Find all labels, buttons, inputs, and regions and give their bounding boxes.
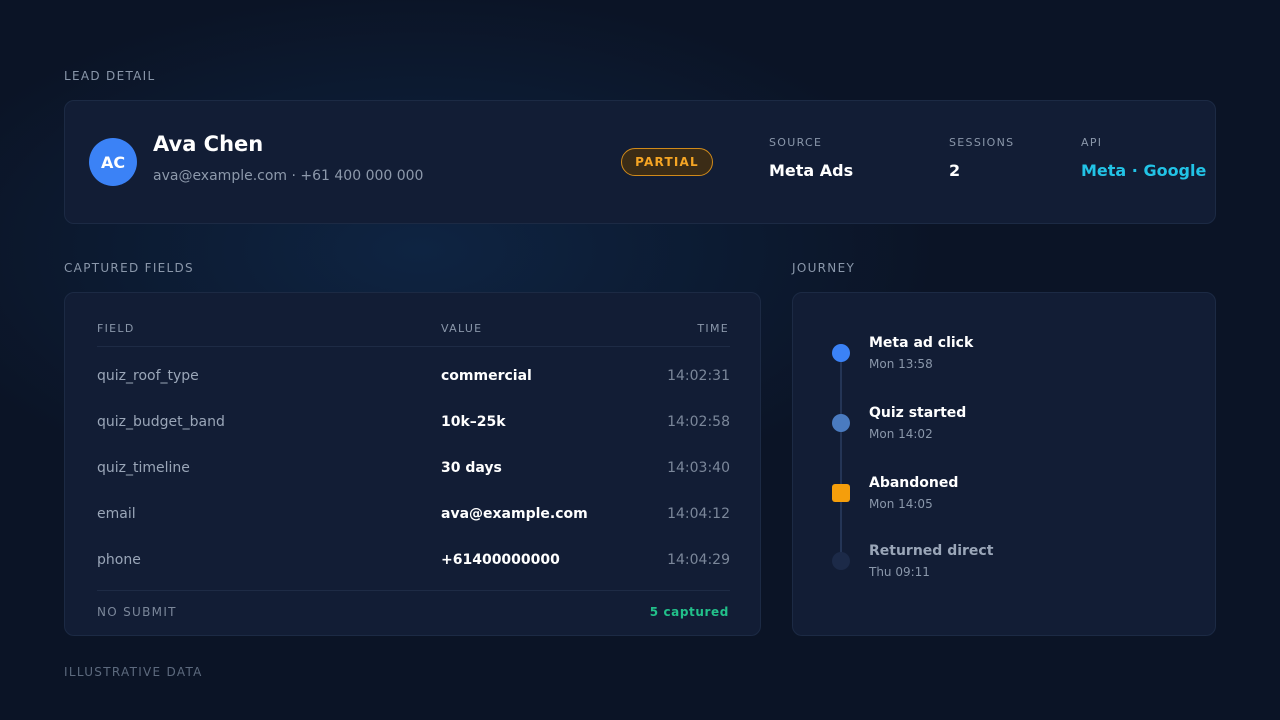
field-value: commercial (441, 368, 532, 384)
captured-fields-card: FIELD VALUE TIME quiz_roof_type commerci… (64, 292, 761, 636)
lead-contact: ava@example.com · +61 400 000 000 (153, 168, 424, 184)
journey-heading: JOURNEY (792, 261, 856, 275)
source-label: SOURCE (769, 136, 823, 149)
field-time: 14:02:31 (667, 368, 730, 384)
field-value: ava@example.com (441, 506, 588, 522)
timeline-square-icon (832, 484, 850, 502)
journey-event-time: Mon 13:58 (869, 357, 933, 371)
captured-count: 5 captured (649, 605, 729, 619)
field-value: 30 days (441, 460, 502, 476)
table-row: quiz_roof_type commercial 14:02:31 (97, 368, 730, 392)
field-value: 10k–25k (441, 414, 506, 430)
api-label: API (1081, 136, 1103, 149)
table-row: quiz_budget_band 10k–25k 14:02:58 (97, 414, 730, 438)
journey-event-title: Abandoned (869, 475, 959, 491)
journey-event-time: Mon 14:05 (869, 497, 933, 511)
journey-event-time: Mon 14:02 (869, 427, 933, 441)
header-divider (97, 346, 730, 347)
column-header-value: VALUE (441, 322, 483, 335)
field-name: quiz_budget_band (97, 414, 225, 430)
journey-event-time: Thu 09:11 (869, 565, 930, 579)
timeline-dot-icon (832, 414, 850, 432)
journey-event-title: Quiz started (869, 405, 967, 421)
field-time: 14:03:40 (667, 460, 730, 476)
status-badge: PARTIAL (621, 148, 713, 176)
journey-card: Meta ad click Mon 13:58 Quiz started Mon… (792, 292, 1216, 636)
column-header-field: FIELD (97, 322, 135, 335)
journey-event-title: Returned direct (869, 543, 994, 559)
sessions-value: 2 (949, 161, 961, 180)
source-value: Meta Ads (769, 161, 854, 180)
column-header-time: TIME (697, 322, 729, 335)
lead-name: Ava Chen (153, 132, 264, 156)
field-name: quiz_timeline (97, 460, 190, 476)
api-value: Meta · Google (1081, 161, 1207, 180)
field-time: 14:02:58 (667, 414, 730, 430)
journey-event-title: Meta ad click (869, 335, 974, 351)
table-row: email ava@example.com 14:04:12 (97, 506, 730, 530)
avatar: AC (89, 138, 137, 186)
field-name: phone (97, 552, 141, 568)
field-value: +61400000000 (441, 552, 560, 568)
captured-fields-heading: CAPTURED FIELDS (64, 261, 194, 275)
sessions-label: SESSIONS (949, 136, 1015, 149)
illustrative-data-note: ILLUSTRATIVE DATA (64, 665, 203, 679)
field-name: quiz_roof_type (97, 368, 199, 384)
footer-divider (97, 590, 730, 591)
field-time: 14:04:29 (667, 552, 730, 568)
timeline-dot-icon (832, 552, 850, 570)
lead-summary-card: AC Ava Chen ava@example.com · +61 400 00… (64, 100, 1216, 224)
field-name: email (97, 506, 136, 522)
field-time: 14:04:12 (667, 506, 730, 522)
submit-status: NO SUBMIT (97, 605, 177, 619)
table-row: phone +61400000000 14:04:29 (97, 552, 730, 576)
lead-detail-heading: LEAD DETAIL (64, 69, 156, 83)
timeline-dot-icon (832, 344, 850, 362)
timeline-line (840, 353, 842, 561)
table-row: quiz_timeline 30 days 14:03:40 (97, 460, 730, 484)
